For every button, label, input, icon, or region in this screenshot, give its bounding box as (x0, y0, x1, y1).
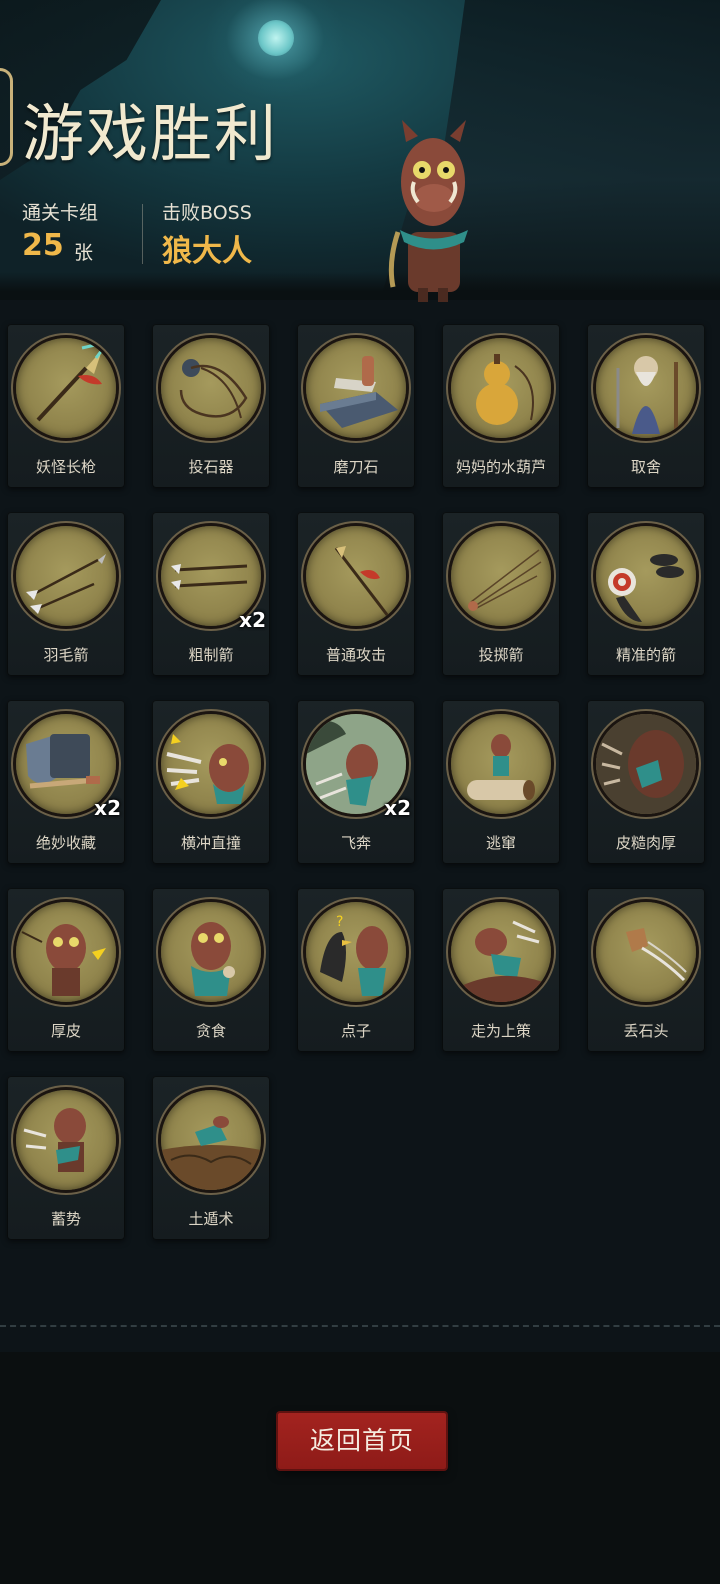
precise-arrow-icon (608, 554, 684, 622)
multiplier-badge: x2 (94, 796, 121, 820)
card-name: 蓄势 (50, 1210, 81, 1228)
card-art (451, 714, 551, 814)
multiplier-badge: x2 (384, 796, 411, 820)
tough-skin-icon (596, 714, 696, 814)
card[interactable]: 厚皮 (7, 888, 125, 1052)
card-art (451, 902, 551, 1002)
card[interactable]: 贪食 (152, 888, 270, 1052)
boss-label: 击败BOSS (162, 202, 252, 224)
card[interactable]: 走为上策 (442, 888, 560, 1052)
card-art (596, 902, 696, 1002)
card-name: 妈妈的水葫芦 (455, 458, 546, 476)
return-home-button[interactable]: 返回首页 (278, 1413, 446, 1469)
card-art (16, 1090, 116, 1190)
sling-icon (179, 359, 248, 419)
card-name: 绝妙收藏 (35, 834, 96, 852)
card-art (16, 526, 116, 626)
spear-icon (36, 339, 112, 422)
card-art: ? (306, 902, 406, 1002)
card[interactable]: 精准的箭 (587, 512, 705, 676)
ground (0, 272, 720, 300)
deck-unit: 张 (74, 242, 94, 264)
deck-count: 25 (22, 228, 64, 263)
flee-icon (467, 734, 535, 800)
card-art (16, 902, 116, 1002)
deck-label: 通关卡组 (22, 202, 99, 224)
charge-icon (166, 734, 249, 804)
card[interactable]: x2 飞奔 (297, 700, 415, 864)
boss-name: 狼大人 (162, 234, 252, 269)
card-art (161, 1090, 261, 1190)
card[interactable]: 投掷箭 (442, 512, 560, 676)
card-name: 粗制箭 (188, 646, 234, 664)
card-name: 皮糙肉厚 (615, 834, 676, 852)
moon (258, 20, 294, 56)
boar-character (388, 120, 468, 302)
card[interactable]: 磨刀石 (297, 324, 415, 488)
card-name: 普通攻击 (325, 646, 386, 664)
card-name: 点子 (340, 1022, 371, 1040)
stat-divider (142, 204, 143, 264)
card-art (161, 714, 261, 814)
card[interactable]: 逃窜 (442, 700, 560, 864)
card[interactable]: x2 绝妙收藏 (7, 700, 125, 864)
card-art (596, 338, 696, 438)
card-name: 横冲直撞 (180, 834, 241, 852)
card[interactable]: 皮糙肉厚 (587, 700, 705, 864)
card-art (596, 526, 696, 626)
card-art (306, 338, 406, 438)
card-name: 取舍 (630, 458, 661, 476)
card[interactable]: 土遁术 (152, 1076, 270, 1240)
card-art (16, 338, 116, 438)
card[interactable]: 普通攻击 (297, 512, 415, 676)
title-badge (0, 68, 13, 166)
card-art (161, 902, 261, 1002)
card-art (451, 338, 551, 438)
card-art (161, 338, 261, 438)
card-art (451, 526, 551, 626)
card-name: 走为上策 (470, 1022, 531, 1040)
card-name: 贪食 (195, 1022, 226, 1040)
card-art (306, 526, 406, 626)
card-name: 厚皮 (50, 1022, 81, 1040)
card-name: 精准的箭 (615, 646, 676, 664)
retreat-icon (461, 920, 543, 1002)
thick-hide-icon (21, 924, 106, 996)
charge-up-icon (23, 1108, 86, 1172)
card-name: 投石器 (188, 458, 234, 476)
card[interactable]: 取舍 (587, 324, 705, 488)
page-title: 游戏胜利 (22, 97, 279, 170)
normal-attack-icon (334, 546, 390, 617)
card-name: 土遁术 (188, 1210, 234, 1228)
card-name: 飞奔 (340, 834, 371, 852)
card[interactable]: ? 点子 (297, 888, 415, 1052)
card-name: 妖怪长枪 (35, 458, 96, 476)
card[interactable]: 丢石头 (587, 888, 705, 1052)
card-name: 逃窜 (485, 834, 516, 852)
card-art (596, 714, 696, 814)
throw-rock-icon (626, 928, 687, 982)
card-name: 投掷箭 (478, 646, 524, 664)
thrown-arrows-icon (468, 549, 542, 611)
earth-escape-icon (161, 1116, 261, 1190)
idea-icon: ? (320, 914, 388, 996)
card[interactable]: 羽毛箭 (7, 512, 125, 676)
svg-text:?: ? (336, 914, 343, 930)
card[interactable]: 投石器 (152, 324, 270, 488)
card-name: 丢石头 (623, 1022, 669, 1040)
divider (0, 1325, 720, 1327)
card-name: 磨刀石 (333, 458, 379, 476)
card[interactable]: 蓄势 (7, 1076, 125, 1240)
card[interactable]: 妖怪长枪 (7, 324, 125, 488)
gourd-icon (476, 354, 534, 425)
elder-icon (616, 356, 678, 434)
card-name: 羽毛箭 (43, 646, 89, 664)
multiplier-badge: x2 (239, 608, 266, 632)
card[interactable]: 横冲直撞 (152, 700, 270, 864)
whetstone-icon (320, 356, 398, 428)
feather-arrows-icon (26, 554, 106, 614)
card[interactable]: 妈妈的水葫芦 (442, 324, 560, 488)
card[interactable]: x2 粗制箭 (152, 512, 270, 676)
gluttony-icon (191, 922, 235, 996)
